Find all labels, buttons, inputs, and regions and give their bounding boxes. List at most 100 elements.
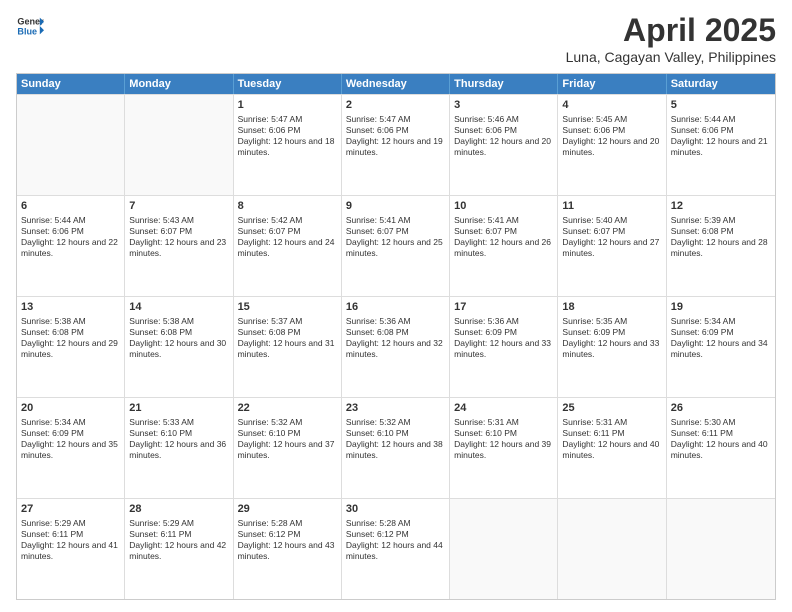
day-number: 26 (671, 401, 771, 416)
page: General Blue April 2025 Luna, Cagayan Va… (0, 0, 792, 612)
calendar-day-header: Tuesday (234, 74, 342, 94)
day-number: 27 (21, 502, 120, 517)
calendar-row: 20Sunrise: 5:34 AM Sunset: 6:09 PM Dayli… (17, 397, 775, 498)
day-number: 13 (21, 300, 120, 315)
calendar-cell (125, 95, 233, 195)
svg-text:Blue: Blue (17, 26, 37, 36)
calendar-day-header: Wednesday (342, 74, 450, 94)
day-number: 11 (562, 199, 661, 214)
calendar-cell: 7Sunrise: 5:43 AM Sunset: 6:07 PM Daylig… (125, 196, 233, 296)
calendar-cell: 1Sunrise: 5:47 AM Sunset: 6:06 PM Daylig… (234, 95, 342, 195)
cell-sun-info: Sunrise: 5:34 AM Sunset: 6:09 PM Dayligh… (21, 417, 120, 461)
cell-sun-info: Sunrise: 5:42 AM Sunset: 6:07 PM Dayligh… (238, 215, 337, 259)
calendar-cell: 23Sunrise: 5:32 AM Sunset: 6:10 PM Dayli… (342, 398, 450, 498)
cell-sun-info: Sunrise: 5:37 AM Sunset: 6:08 PM Dayligh… (238, 316, 337, 360)
calendar-cell: 30Sunrise: 5:28 AM Sunset: 6:12 PM Dayli… (342, 499, 450, 599)
calendar-cell: 9Sunrise: 5:41 AM Sunset: 6:07 PM Daylig… (342, 196, 450, 296)
calendar-cell: 19Sunrise: 5:34 AM Sunset: 6:09 PM Dayli… (667, 297, 775, 397)
calendar-cell: 10Sunrise: 5:41 AM Sunset: 6:07 PM Dayli… (450, 196, 558, 296)
calendar-cell: 28Sunrise: 5:29 AM Sunset: 6:11 PM Dayli… (125, 499, 233, 599)
calendar-row: 27 Sunrise: 5:29 AM Sunset: 6:11 PM Dayli… (17, 498, 775, 599)
cell-sun-info: Sunrise: 5:29 AM Sunset: 6:11 PM Dayligh… (129, 518, 228, 562)
day-number: 29 (238, 502, 337, 517)
cell-sun-info: Sunrise: 5:28 AM Sunset: 6:12 PM Dayligh… (346, 518, 445, 562)
calendar-cell: 12Sunrise: 5:39 AM Sunset: 6:08 PM Dayli… (667, 196, 775, 296)
cell-sun-info: Sunrise: 5:47 AM Sunset: 6:06 PM Dayligh… (238, 114, 337, 158)
calendar-cell: 13Sunrise: 5:38 AM Sunset: 6:08 PM Dayli… (17, 297, 125, 397)
calendar-body: 1Sunrise: 5:47 AM Sunset: 6:06 PM Daylig… (17, 94, 775, 599)
cell-sun-info: Sunrise: 5:43 AM Sunset: 6:07 PM Dayligh… (129, 215, 228, 259)
cell-sun-info: Sunrise: 5:32 AM Sunset: 6:10 PM Dayligh… (238, 417, 337, 461)
cell-sun-info: Sunrise: 5:31 AM Sunset: 6:11 PM Dayligh… (562, 417, 661, 461)
header: General Blue April 2025 Luna, Cagayan Va… (16, 12, 776, 65)
day-number: 19 (671, 300, 771, 315)
day-number: 1 (238, 98, 337, 113)
calendar-day-header: Friday (558, 74, 666, 94)
day-number: 9 (346, 199, 445, 214)
day-number: 3 (454, 98, 553, 113)
day-number: 4 (562, 98, 661, 113)
calendar-cell (558, 499, 666, 599)
day-number: 8 (238, 199, 337, 214)
cell-sun-info: Sunrise: 5:38 AM Sunset: 6:08 PM Dayligh… (21, 316, 120, 360)
calendar-cell: 27Sunrise: 5:29 AM Sunset: 6:11 PM Dayli… (17, 499, 125, 599)
cell-sun-info: Sunrise: 5:44 AM Sunset: 6:06 PM Dayligh… (671, 114, 771, 158)
day-number: 17 (454, 300, 553, 315)
calendar-cell (667, 499, 775, 599)
day-number: 20 (21, 401, 120, 416)
calendar-cell: 11Sunrise: 5:40 AM Sunset: 6:07 PM Dayli… (558, 196, 666, 296)
calendar-row: 13Sunrise: 5:38 AM Sunset: 6:08 PM Dayli… (17, 296, 775, 397)
cell-sun-info: Sunrise: 5:34 AM Sunset: 6:09 PM Dayligh… (671, 316, 771, 360)
calendar-cell: 5Sunrise: 5:44 AM Sunset: 6:06 PM Daylig… (667, 95, 775, 195)
calendar-day-header: Monday (125, 74, 233, 94)
calendar-title: April 2025 (566, 12, 776, 49)
calendar-cell: 8Sunrise: 5:42 AM Sunset: 6:07 PM Daylig… (234, 196, 342, 296)
day-number: 21 (129, 401, 228, 416)
calendar-cell: 16Sunrise: 5:36 AM Sunset: 6:08 PM Dayli… (342, 297, 450, 397)
logo: General Blue (16, 12, 44, 40)
calendar-cell: 6Sunrise: 5:44 AM Sunset: 6:06 PM Daylig… (17, 196, 125, 296)
calendar-cell: 4Sunrise: 5:45 AM Sunset: 6:06 PM Daylig… (558, 95, 666, 195)
calendar-cell: 22Sunrise: 5:32 AM Sunset: 6:10 PM Dayli… (234, 398, 342, 498)
cell-sun-info: Sunrise: 5:46 AM Sunset: 6:06 PM Dayligh… (454, 114, 553, 158)
calendar-header: SundayMondayTuesdayWednesdayThursdayFrid… (17, 74, 775, 94)
cell-sun-info: Sunrise: 5:28 AM Sunset: 6:12 PM Dayligh… (238, 518, 337, 562)
cell-sun-info: Sunrise: 5:40 AM Sunset: 6:07 PM Dayligh… (562, 215, 661, 259)
day-number: 28 (129, 502, 228, 517)
calendar-day-header: Sunday (17, 74, 125, 94)
cell-sun-info: Sunrise: 5:41 AM Sunset: 6:07 PM Dayligh… (454, 215, 553, 259)
cell-sun-info: Sunrise: 5:36 AM Sunset: 6:08 PM Dayligh… (346, 316, 445, 360)
day-number: 24 (454, 401, 553, 416)
cell-sun-info: Sunrise: 5:44 AM Sunset: 6:06 PM Dayligh… (21, 215, 120, 259)
day-number: 15 (238, 300, 337, 315)
day-number: 6 (21, 199, 120, 214)
cell-sun-info: Sunrise: 5:35 AM Sunset: 6:09 PM Dayligh… (562, 316, 661, 360)
calendar-cell: 15Sunrise: 5:37 AM Sunset: 6:08 PM Dayli… (234, 297, 342, 397)
calendar-row: 6Sunrise: 5:44 AM Sunset: 6:06 PM Daylig… (17, 195, 775, 296)
cell-sun-info: Sunrise: 5:31 AM Sunset: 6:10 PM Dayligh… (454, 417, 553, 461)
cell-sun-info: Sunrise: 5:38 AM Sunset: 6:08 PM Dayligh… (129, 316, 228, 360)
calendar-location: Luna, Cagayan Valley, Philippines (566, 49, 776, 65)
calendar-cell: 3Sunrise: 5:46 AM Sunset: 6:06 PM Daylig… (450, 95, 558, 195)
cell-sun-info: Sunrise: 5:36 AM Sunset: 6:09 PM Dayligh… (454, 316, 553, 360)
cell-sun-info: Sunrise: 5:33 AM Sunset: 6:10 PM Dayligh… (129, 417, 228, 461)
cell-sun-info: Sunrise: 5:41 AM Sunset: 6:07 PM Dayligh… (346, 215, 445, 259)
day-number: 2 (346, 98, 445, 113)
day-number: 23 (346, 401, 445, 416)
calendar-day-header: Saturday (667, 74, 775, 94)
calendar-row: 1Sunrise: 5:47 AM Sunset: 6:06 PM Daylig… (17, 94, 775, 195)
day-number: 10 (454, 199, 553, 214)
cell-sun-info: Sunrise: 5:30 AM Sunset: 6:11 PM Dayligh… (671, 417, 771, 461)
calendar-cell (450, 499, 558, 599)
cell-sun-info: Sunrise: 5:45 AM Sunset: 6:06 PM Dayligh… (562, 114, 661, 158)
calendar-cell: 14Sunrise: 5:38 AM Sunset: 6:08 PM Dayli… (125, 297, 233, 397)
day-number: 5 (671, 98, 771, 113)
calendar-cell: 17Sunrise: 5:36 AM Sunset: 6:09 PM Dayli… (450, 297, 558, 397)
calendar-cell: 29Sunrise: 5:28 AM Sunset: 6:12 PM Dayli… (234, 499, 342, 599)
calendar-cell (17, 95, 125, 195)
day-number: 22 (238, 401, 337, 416)
day-number: 12 (671, 199, 771, 214)
calendar-cell: 26Sunrise: 5:30 AM Sunset: 6:11 PM Dayli… (667, 398, 775, 498)
calendar: SundayMondayTuesdayWednesdayThursdayFrid… (16, 73, 776, 600)
day-number: 7 (129, 199, 228, 214)
